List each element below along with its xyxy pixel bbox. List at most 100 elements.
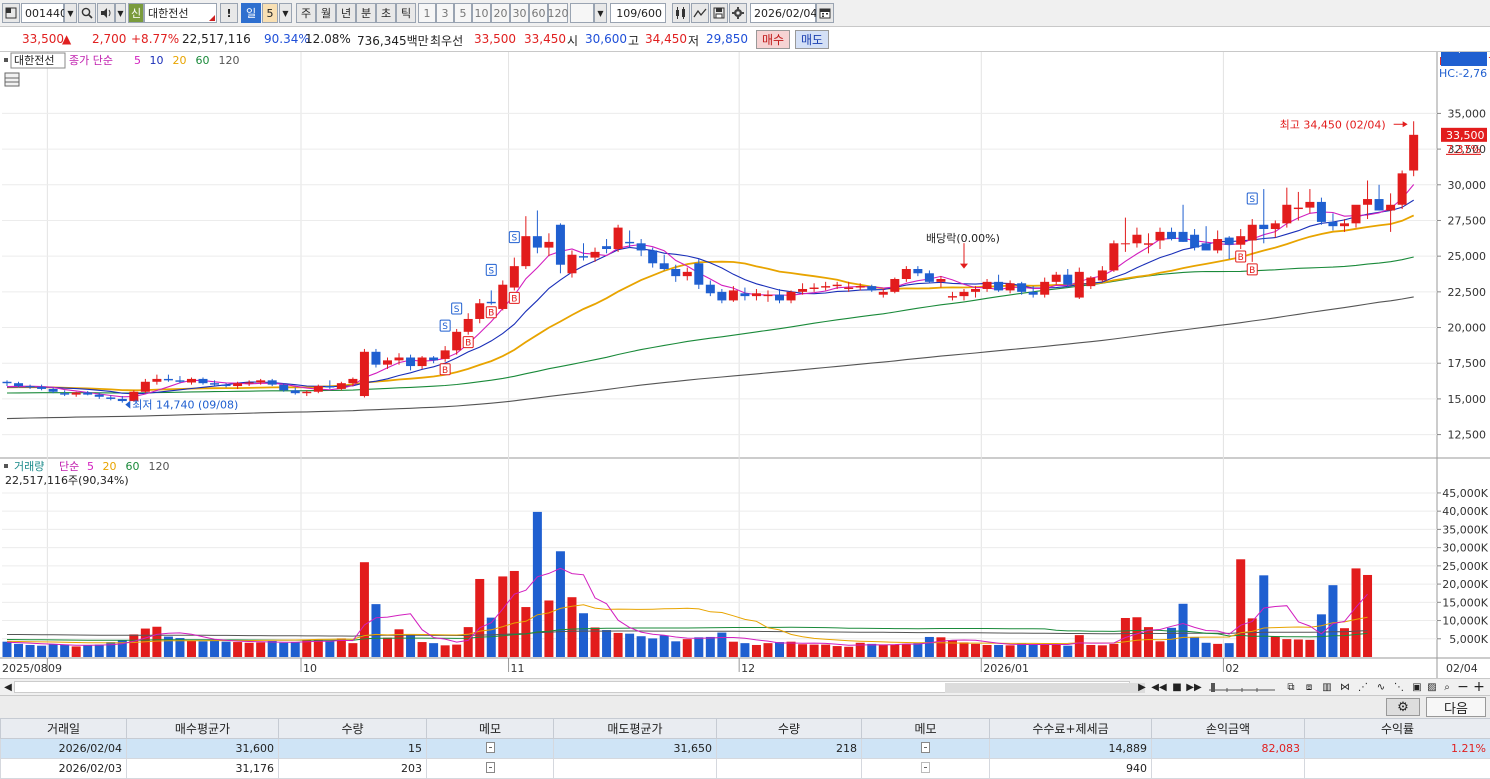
candle-body bbox=[844, 287, 854, 289]
stock-chart[interactable]: 12,500 15,000 17,500 20,000 22,500 25,000 27,5… bbox=[0, 52, 1490, 678]
candle-body bbox=[521, 236, 531, 267]
scroll-right-icon[interactable]: ▶ bbox=[1134, 680, 1150, 694]
interval-button[interactable]: 60 bbox=[529, 3, 548, 23]
memo-icon[interactable] bbox=[485, 741, 495, 753]
memo-icon[interactable] bbox=[921, 761, 930, 773]
compare-icon[interactable]: ⧈ bbox=[1301, 680, 1317, 694]
volume-bar bbox=[1051, 644, 1061, 657]
data-count-field[interactable]: 109/600 bbox=[610, 3, 666, 23]
interval-button[interactable]: 3 bbox=[436, 3, 454, 23]
stop-icon[interactable]: ■ bbox=[1169, 680, 1185, 694]
sell-memo[interactable] bbox=[861, 738, 990, 759]
candle-body bbox=[1282, 204, 1292, 224]
date-field[interactable]: 2026/02/04 bbox=[750, 3, 817, 23]
trend-icon[interactable]: ⋰ bbox=[1355, 680, 1371, 694]
column-header[interactable]: 수수료+제세금 bbox=[989, 718, 1152, 739]
column-header[interactable]: 거래일 bbox=[0, 718, 127, 739]
chart-canvas[interactable]: 12,500 15,000 17,500 20,000 22,500 25,000 27,5… bbox=[0, 52, 1490, 678]
candle-body bbox=[1178, 231, 1188, 242]
candle-body bbox=[728, 290, 738, 301]
alert-button[interactable]: ! bbox=[220, 3, 238, 23]
window-icon[interactable] bbox=[2, 3, 20, 23]
next-button[interactable]: 다음 bbox=[1426, 697, 1486, 717]
volume-bar bbox=[878, 644, 888, 657]
rewind-icon[interactable]: ◀◀ bbox=[1151, 680, 1167, 694]
interval-button[interactable]: 120 bbox=[548, 3, 569, 23]
period-tick-button[interactable]: 틱 bbox=[396, 3, 416, 23]
interval-button[interactable]: 10 bbox=[472, 3, 491, 23]
volume-legend-period: 120 bbox=[149, 460, 170, 473]
column-header[interactable]: 매도평균가 bbox=[553, 718, 717, 739]
table-row[interactable]: 2026/02/04 31,600 15 31,650 218 14,889 8… bbox=[0, 738, 1490, 759]
interval-button[interactable]: 5 bbox=[454, 3, 472, 23]
period-day-button[interactable]: 일 bbox=[241, 3, 261, 23]
volume-bar bbox=[1363, 574, 1373, 657]
period-week-button[interactable]: 주 bbox=[296, 3, 316, 23]
period-minute-button[interactable]: 분 bbox=[356, 3, 376, 23]
memo-icon[interactable] bbox=[921, 741, 930, 753]
chart-type-icon[interactable]: ⧉ bbox=[1283, 680, 1299, 694]
interval-button[interactable]: 1 bbox=[418, 3, 436, 23]
period-year-button[interactable]: 년 bbox=[336, 3, 356, 23]
column-header[interactable]: 수량 bbox=[278, 718, 427, 739]
price-change: 2,700 bbox=[92, 32, 127, 46]
column-header[interactable]: 손익금액 bbox=[1151, 718, 1305, 739]
save-icon[interactable] bbox=[710, 3, 728, 23]
bar-chart-icon[interactable]: ▥ bbox=[1319, 680, 1335, 694]
price-legend-period: 60 bbox=[196, 54, 210, 67]
sell-marker-letter: S bbox=[454, 305, 460, 315]
column-header[interactable]: 수량 bbox=[716, 718, 862, 739]
period-second-button[interactable]: 초 bbox=[376, 3, 396, 23]
volume-bar bbox=[417, 642, 427, 657]
code-dropdown-icon[interactable]: ▼ bbox=[64, 3, 77, 23]
interval-button[interactable]: 30 bbox=[510, 3, 529, 23]
settings-gear-icon[interactable] bbox=[729, 3, 747, 23]
zoom-search-icon[interactable]: ⌕ bbox=[1439, 680, 1455, 694]
screenshot-icon[interactable]: ▣ bbox=[1409, 680, 1425, 694]
column-header[interactable]: 수익률 bbox=[1304, 718, 1490, 739]
zoom-out-icon[interactable]: − bbox=[1455, 679, 1471, 695]
line-tool-icon[interactable] bbox=[691, 3, 709, 23]
search-icon[interactable] bbox=[78, 3, 96, 23]
sell-button[interactable]: 매도 bbox=[795, 30, 829, 49]
column-header[interactable]: 메모 bbox=[861, 718, 990, 739]
candle-body bbox=[1109, 243, 1119, 271]
stock-code-input[interactable]: 001440 bbox=[21, 3, 67, 23]
candle-body bbox=[1386, 204, 1396, 211]
buy-memo[interactable] bbox=[426, 738, 554, 759]
table-row[interactable]: 2026/02/03 31,176 203 940 bbox=[0, 758, 1490, 779]
column-header[interactable]: 매수평균가 bbox=[126, 718, 279, 739]
period-value-field[interactable]: 5 bbox=[262, 3, 278, 23]
volume-bar bbox=[751, 644, 761, 657]
trade-date: 2026/02/04 bbox=[0, 738, 127, 759]
speaker-dropdown-icon[interactable]: ▼ bbox=[115, 3, 126, 23]
candle-body bbox=[717, 291, 727, 301]
custom-interval-dropdown-icon[interactable]: ▼ bbox=[594, 3, 607, 23]
custom-interval-input[interactable] bbox=[570, 3, 594, 23]
chart-scroll-thumb[interactable] bbox=[945, 683, 1145, 693]
stock-name-field[interactable]: 대한전선 bbox=[144, 3, 217, 23]
chart-scroll-track[interactable] bbox=[14, 681, 1145, 693]
buy-button[interactable]: 매수 bbox=[756, 30, 790, 49]
candle-body bbox=[1051, 274, 1061, 282]
panel-settings-icon[interactable]: ⚙ bbox=[1386, 698, 1420, 716]
period-month-button[interactable]: 월 bbox=[316, 3, 336, 23]
sell-memo[interactable] bbox=[861, 758, 990, 779]
zoom-slider[interactable] bbox=[1206, 680, 1278, 694]
speaker-icon[interactable] bbox=[97, 3, 115, 23]
pattern-icon[interactable]: ⋈ bbox=[1337, 680, 1353, 694]
signal-icon[interactable]: ⋱ bbox=[1391, 680, 1407, 694]
picture-icon[interactable]: ▨ bbox=[1424, 680, 1440, 694]
volume-bar bbox=[625, 633, 635, 657]
buy-memo[interactable] bbox=[426, 758, 554, 779]
memo-icon[interactable] bbox=[485, 761, 495, 773]
calendar-icon[interactable] bbox=[816, 3, 834, 23]
quote-bar: 33,500 ▲ 2,700 +8.77% 22,517,116 90.34% … bbox=[0, 27, 1490, 52]
crosshair-icon[interactable] bbox=[672, 3, 690, 23]
interval-button[interactable]: 20 bbox=[491, 3, 510, 23]
period-dropdown-icon[interactable]: ▼ bbox=[279, 3, 292, 23]
column-header[interactable]: 메모 bbox=[426, 718, 554, 739]
wave-icon[interactable]: ∿ bbox=[1373, 680, 1389, 694]
fast-forward-icon[interactable]: ▶▶ bbox=[1186, 680, 1202, 694]
zoom-in-icon[interactable]: + bbox=[1471, 679, 1487, 695]
